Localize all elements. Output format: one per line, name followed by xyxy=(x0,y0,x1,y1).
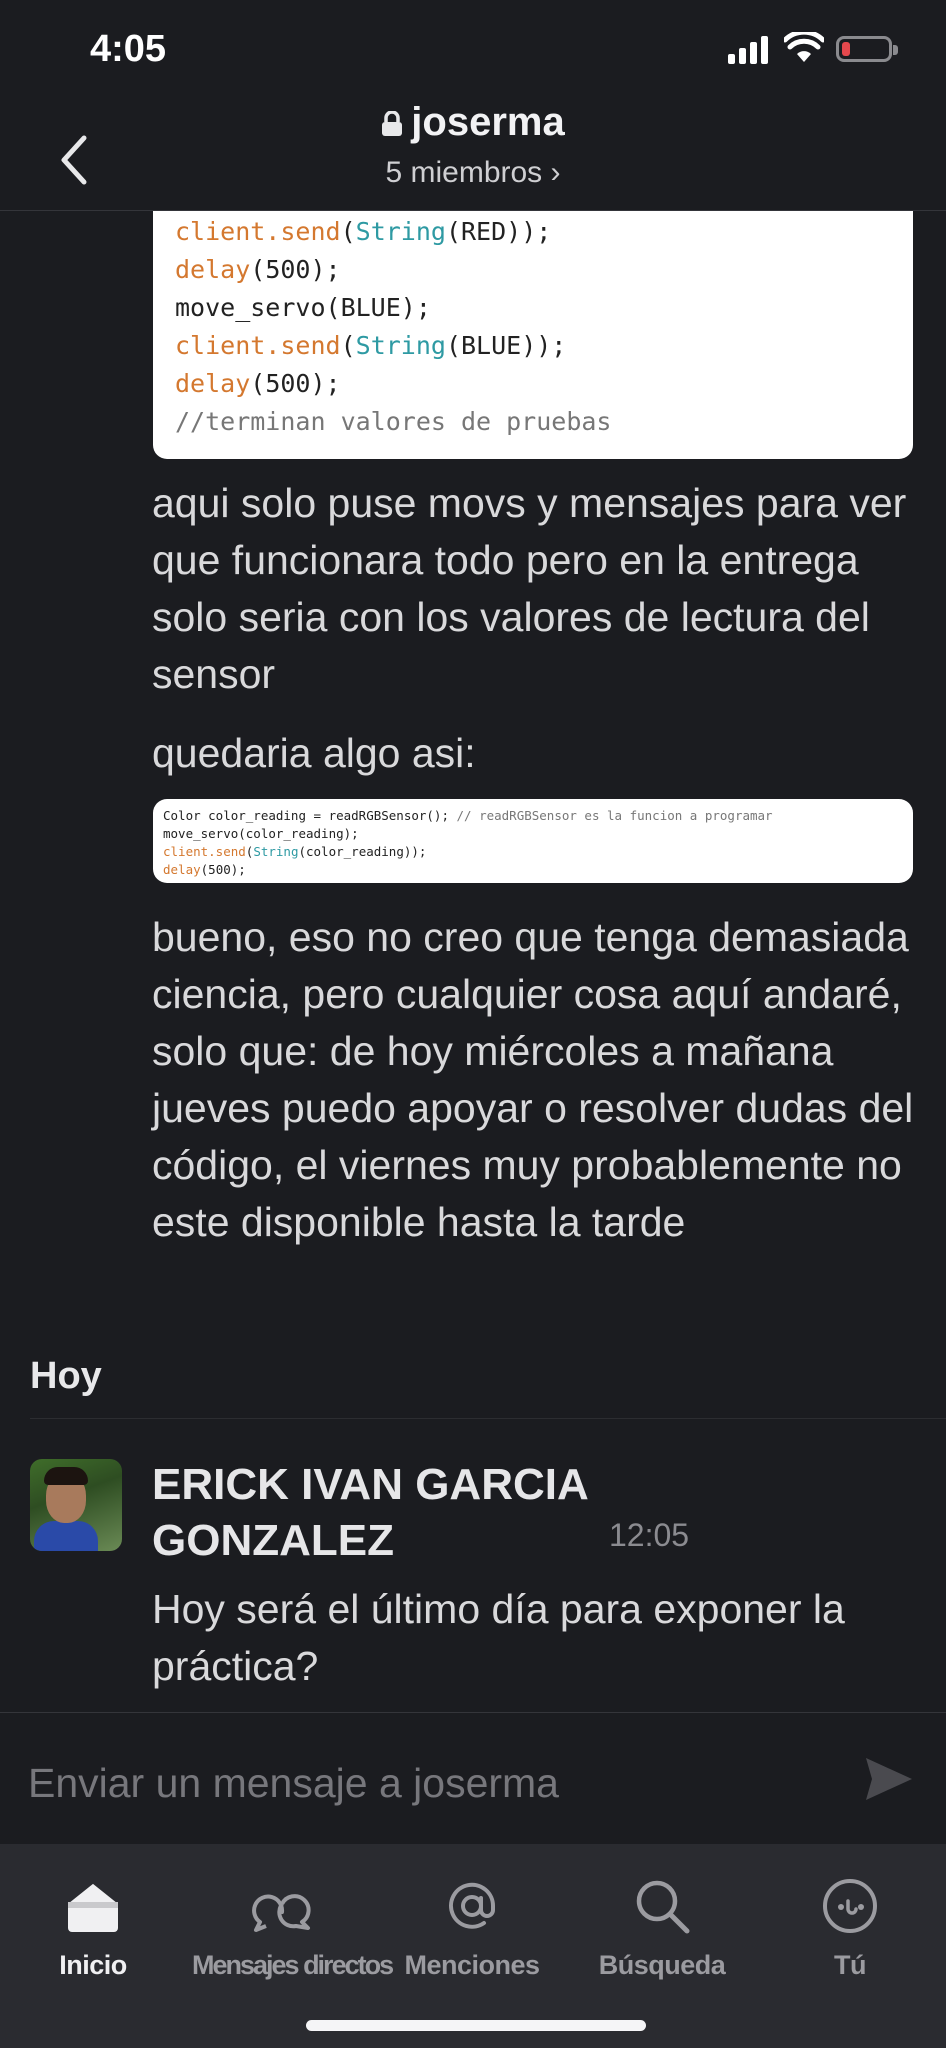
status-time: 4:05 xyxy=(90,28,167,70)
code-line: move_servo(BLUE); xyxy=(175,289,891,327)
code-token: (500); xyxy=(250,369,341,398)
members-link[interactable]: 5 miembros › xyxy=(0,156,946,190)
tab-menciones[interactable]: Menciones xyxy=(382,1866,562,1981)
code-line: delay(500); xyxy=(175,251,891,289)
tab-label: Tú xyxy=(834,1950,867,1980)
tab-label: Menciones xyxy=(404,1950,540,1980)
code-line: //terminan valores de pruebas xyxy=(175,403,891,441)
code-token: (RED)); xyxy=(445,217,552,246)
code-token: (color_reading)); xyxy=(298,844,427,859)
message-text: aqui solo puse movs y mensajes para ver … xyxy=(152,480,907,697)
tab-label: Mensajes directos xyxy=(192,1950,394,1980)
message-timestamp: 12:05 xyxy=(609,1517,690,1553)
code-token: move_servo(color_reading); xyxy=(163,826,359,841)
code-line: Color color_reading = readRGBSensor(); /… xyxy=(163,807,903,825)
code-token: (BLUE)); xyxy=(445,331,567,360)
tab-label: Búsqueda xyxy=(598,1950,726,1980)
battery-icon xyxy=(836,36,898,62)
code-token: client.send xyxy=(175,331,341,360)
code-token: String xyxy=(253,844,299,859)
wifi-icon xyxy=(784,32,824,62)
code-token: delay xyxy=(175,369,251,398)
bottom-tab-bar: Inicio Mensajes directos Menciones Búsqu… xyxy=(0,1844,946,2048)
message-text: quedaria algo asi: xyxy=(152,730,476,776)
tab-label: Inicio xyxy=(59,1950,127,1980)
code-token: // readRGBSensor es la funcion a program… xyxy=(456,808,773,823)
channel-header: joserma 5 miembros › xyxy=(0,100,946,211)
message-text: Hoy será el último día para exponer la p… xyxy=(152,1586,845,1689)
code-token: client.send xyxy=(163,844,246,859)
profile-icon xyxy=(823,1879,877,1933)
code-line: client.send(String(RED)); xyxy=(175,213,891,251)
code-snippet-image[interactable]: client.send(String(RED)); delay(500); move… xyxy=(153,211,913,459)
message-composer xyxy=(0,1712,946,1845)
code-token: ( xyxy=(340,217,356,246)
code-token: delay xyxy=(175,255,251,284)
code-token: move_servo(BLUE); xyxy=(175,293,431,322)
code-snippet-image[interactable]: Color color_reading = readRGBSensor(); /… xyxy=(153,799,913,883)
direct-messages-icon xyxy=(252,1894,311,1932)
code-token: ( xyxy=(340,331,356,360)
code-token: String xyxy=(355,331,446,360)
tab-busqueda[interactable]: Búsqueda xyxy=(572,1866,752,1981)
tab-mensajes-directos[interactable]: Mensajes directos xyxy=(192,1866,394,1981)
code-line: client.send(String(color_reading)); xyxy=(163,843,903,861)
day-separator: Hoy xyxy=(30,1355,102,1397)
home-icon xyxy=(67,1880,119,1932)
code-token: delay xyxy=(163,862,201,877)
code-line: delay(500); xyxy=(175,365,891,403)
message-input[interactable] xyxy=(28,1753,848,1813)
message-text: bueno, eso no creo que tenga demasiada c… xyxy=(152,914,914,1245)
tab-tu[interactable]: Tú xyxy=(760,1866,940,1981)
code-token: Color color_reading = readRGBSensor(); xyxy=(163,808,457,823)
divider xyxy=(30,1418,946,1419)
code-line: move_servo(color_reading); xyxy=(163,825,903,843)
search-icon xyxy=(636,1880,690,1934)
cellular-signal-icon xyxy=(728,36,768,64)
channel-name: joserma xyxy=(411,100,565,144)
code-token: String xyxy=(355,217,446,246)
send-icon[interactable] xyxy=(864,1755,914,1803)
message-feed[interactable]: client.send(String(RED)); delay(500); move… xyxy=(0,211,946,1711)
tab-inicio[interactable]: Inicio xyxy=(3,1866,183,1981)
code-line: delay(500); xyxy=(163,861,903,879)
channel-title[interactable]: joserma xyxy=(0,100,946,145)
lock-icon xyxy=(382,111,403,137)
avatar[interactable] xyxy=(30,1459,122,1551)
at-mention-icon xyxy=(449,1882,496,1929)
code-token: (500); xyxy=(250,255,341,284)
status-bar: 4:05 xyxy=(0,0,946,100)
code-token: //terminan valores de pruebas xyxy=(175,407,612,436)
code-token: (500); xyxy=(200,862,246,877)
code-token: client.send xyxy=(175,217,341,246)
home-indicator xyxy=(306,2020,646,2031)
code-line: client.send(String(BLUE)); xyxy=(175,327,891,365)
